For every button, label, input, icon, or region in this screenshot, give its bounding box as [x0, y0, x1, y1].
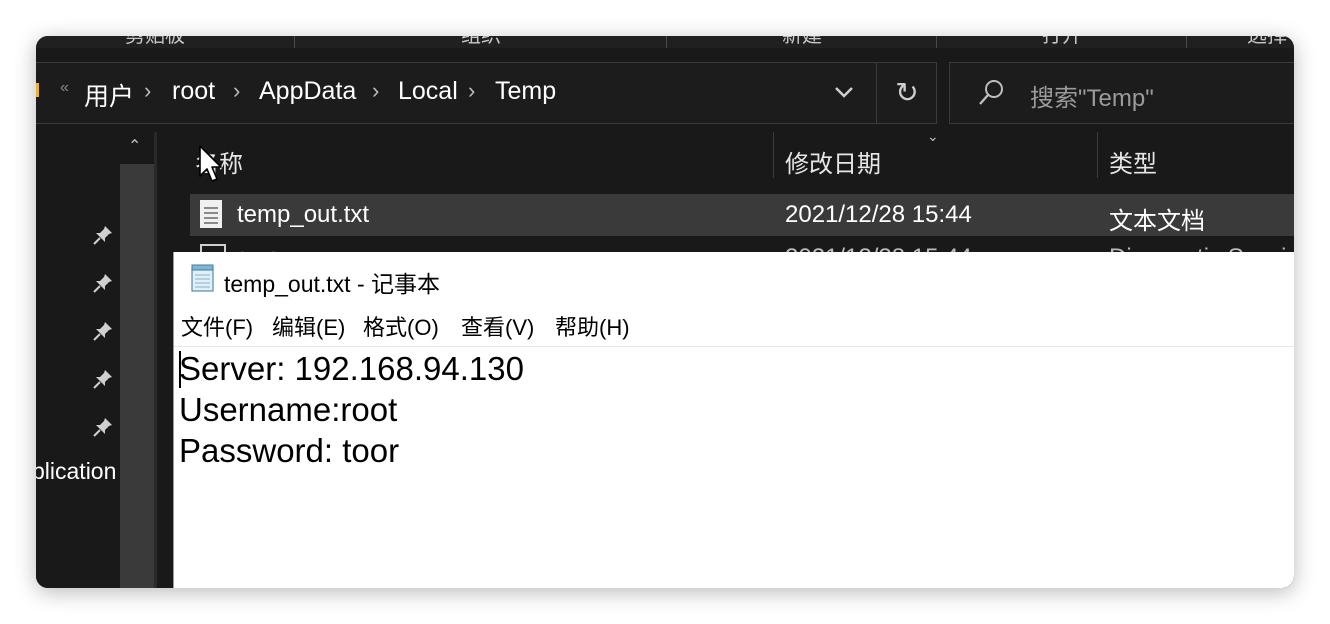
column-header-modified[interactable]: 修改日期 [785, 144, 881, 179]
menu-format[interactable]: 格式(O) [363, 310, 439, 342]
breadcrumb-item-appdata[interactable]: AppData [259, 77, 356, 106]
ribbon-group-clipboard[interactable]: 剪贴板 [36, 36, 294, 48]
text-line: Username:root [179, 391, 398, 428]
breadcrumb-item-local[interactable]: Local [398, 77, 458, 106]
pin-icon[interactable] [92, 416, 114, 438]
notepad-title: temp_out.txt - 记事本 [224, 271, 441, 297]
notepad-titlebar[interactable]: temp_out.txt - 记事本 [174, 252, 1294, 304]
navigation-pane: ⌃ plication [36, 132, 156, 588]
file-type: 文本文档 [1109, 208, 1205, 235]
chevron-double-left-icon[interactable]: « [60, 79, 69, 97]
table-row[interactable]: temp_out.txt 2021/12/28 15:44 文本文档 [190, 194, 1294, 236]
text-line: Server: 192.168.94.130 [179, 350, 524, 387]
screenshot-frame: 剪贴板 组织 新建 打开 选择 « 用户 › root › AppData › … [36, 36, 1294, 588]
ribbon-group-new[interactable]: 新建 [666, 36, 937, 48]
ribbon-group-organize[interactable]: 组织 [294, 36, 667, 48]
chevron-down-icon[interactable] [831, 79, 857, 105]
sort-arrow-icon: ⌄ [927, 128, 939, 144]
ribbon-group-open[interactable]: 打开 [936, 36, 1187, 48]
nav-scrollbar[interactable] [120, 164, 154, 588]
chevron-right-icon[interactable]: › [233, 78, 240, 104]
text-file-icon [200, 200, 222, 228]
breadcrumb-item-temp[interactable]: Temp [495, 77, 556, 106]
folder-icon [36, 83, 39, 97]
pin-icon[interactable] [92, 224, 114, 246]
search-box[interactable]: 搜索"Temp" [949, 62, 1294, 124]
search-input[interactable]: 搜索"Temp" [1030, 78, 1154, 113]
menu-divider [174, 346, 1294, 347]
pin-icon[interactable] [92, 272, 114, 294]
pin-icon[interactable] [92, 368, 114, 390]
column-divider[interactable] [773, 132, 774, 178]
ribbon: 剪贴板 组织 新建 打开 选择 [36, 36, 1294, 48]
chevron-right-icon[interactable]: › [144, 78, 151, 104]
nav-item-application[interactable]: plication [36, 458, 116, 485]
refresh-icon[interactable]: ↻ [876, 63, 937, 123]
breadcrumb-item-users[interactable]: 用户 [84, 77, 134, 113]
file-name: temp_out.txt [237, 201, 370, 228]
search-icon [979, 80, 1003, 105]
notepad-text-area[interactable]: Server: 192.168.94.130 Username:root Pas… [179, 348, 1279, 471]
menu-help[interactable]: 帮助(H) [555, 310, 630, 342]
notepad-icon [191, 264, 214, 292]
pin-icon[interactable] [92, 320, 114, 342]
mouse-cursor-icon [199, 145, 222, 182]
menu-file[interactable]: 文件(F) [181, 310, 253, 342]
column-divider[interactable] [1097, 132, 1098, 178]
chevron-right-icon[interactable]: › [468, 78, 475, 104]
breadcrumb-item-root[interactable]: root [172, 77, 215, 106]
ribbon-group-select[interactable]: 选择 [1186, 36, 1294, 48]
text-line: Password: toor [179, 432, 400, 469]
file-modified: 2021/12/28 15:44 [785, 201, 972, 228]
notepad-window: temp_out.txt - 记事本 文件(F) 编辑(E) 格式(O) 查看(… [173, 252, 1294, 588]
address-bar[interactable]: « 用户 › root › AppData › Local › Temp ↻ [36, 62, 937, 124]
chevron-right-icon[interactable]: › [372, 78, 379, 104]
column-header-type[interactable]: 类型 [1109, 144, 1157, 179]
menu-view[interactable]: 查看(V) [461, 310, 534, 342]
menu-edit[interactable]: 编辑(E) [272, 310, 345, 342]
scroll-up-icon[interactable]: ⌃ [128, 136, 141, 156]
